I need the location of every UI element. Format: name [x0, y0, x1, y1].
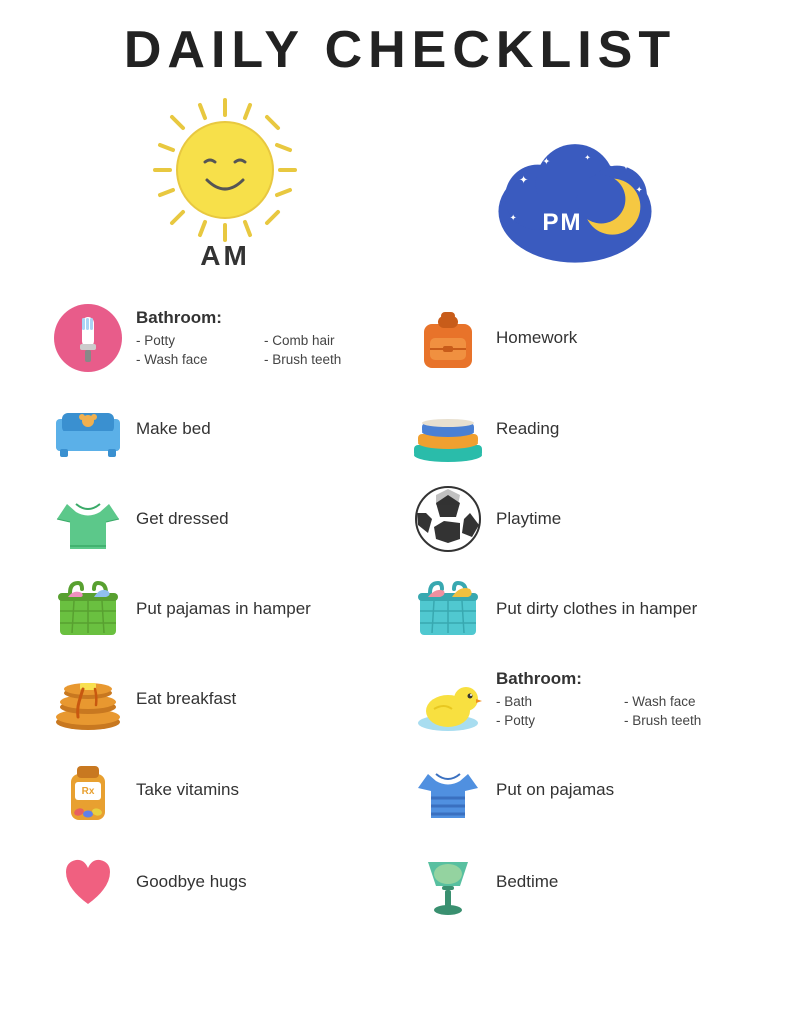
breakfast-icon-area — [48, 667, 128, 732]
pajamas-hamper-text: Put pajamas in hamper — [128, 597, 392, 621]
bathroom-pm-text: Bathroom: - Bath - Wash face - Potty - B… — [488, 667, 752, 731]
svg-text:✦: ✦ — [510, 213, 517, 223]
dirty-hamper-icon-area — [408, 575, 488, 643]
page: DAILY CHECKLIST — [0, 0, 800, 948]
heart-icon — [58, 852, 118, 912]
am-label: AM — [200, 240, 250, 272]
list-item: Put pajamas in hamper — [40, 564, 400, 654]
homework-text: Homework — [488, 326, 752, 350]
list-item: Make bed — [40, 384, 400, 474]
vitamins-icon: Rx — [57, 756, 119, 824]
page-title: DAILY CHECKLIST — [30, 20, 770, 80]
moon-icon: ✦ ✦ ✦ ✦ ✦ ✦ ✦ PM — [490, 132, 660, 272]
books-icon — [412, 397, 484, 462]
pajamas-hamper-icon-area — [48, 575, 128, 643]
homework-icon-area — [408, 302, 488, 374]
eat-breakfast-text: Eat breakfast — [128, 687, 392, 711]
soccer-icon — [414, 485, 482, 553]
pajamas-icon-area — [408, 754, 488, 826]
get-dressed-text: Get dressed — [128, 507, 392, 531]
vitamins-text: Take vitamins — [128, 778, 392, 802]
lamp-icon — [418, 846, 478, 918]
svg-text:Rx: Rx — [82, 786, 95, 797]
columns-header: AM ✦ ✦ ✦ ✦ ✦ ✦ ✦ PM — [30, 90, 770, 272]
bed-icon — [52, 399, 124, 459]
dirty-hamper-text: Put dirty clothes in hamper — [488, 597, 752, 621]
checklist-grid: Bathroom: - Potty - Comb hair - Wash fac… — [30, 292, 770, 928]
svg-text:✦: ✦ — [584, 153, 590, 162]
list-item: Bathroom: - Bath - Wash face - Potty - B… — [400, 654, 760, 744]
make-bed-text: Make bed — [128, 417, 392, 441]
reading-icon-area — [408, 397, 488, 462]
duck-icon — [414, 665, 482, 733]
goodbye-hugs-icon-area — [48, 852, 128, 912]
teal-hamper-icon — [414, 575, 482, 643]
am-header: AM — [125, 90, 325, 272]
svg-text:✦: ✦ — [542, 157, 550, 167]
list-item: Goodbye hugs — [40, 836, 400, 928]
list-item: Bedtime — [400, 836, 760, 928]
sun-icon — [145, 90, 305, 250]
goodbye-hugs-text: Goodbye hugs — [128, 870, 392, 894]
list-item: Get dressed — [40, 474, 400, 564]
pajamas-shirt-icon — [414, 754, 482, 826]
bedtime-icon-area — [408, 846, 488, 918]
list-item: Playtime — [400, 474, 760, 564]
bathroom-am-text: Bathroom: - Potty - Comb hair - Wash fac… — [128, 306, 392, 370]
list-item: Reading — [400, 384, 760, 474]
svg-text:✦: ✦ — [519, 174, 528, 186]
reading-text: Reading — [488, 417, 752, 441]
backpack-icon — [414, 302, 482, 374]
svg-text:PM: PM — [542, 209, 582, 236]
clothes-icon-area — [48, 484, 128, 554]
bathroom-pm-icon-area — [408, 665, 488, 733]
bathroom-am-icon-area — [48, 302, 128, 374]
pancakes-icon — [53, 667, 123, 732]
list-item: Eat breakfast — [40, 654, 400, 744]
list-item: Put on pajamas — [400, 744, 760, 836]
playtime-icon-area — [408, 485, 488, 553]
playtime-text: Playtime — [488, 507, 752, 531]
bedtime-text: Bedtime — [488, 870, 752, 894]
list-item: Put dirty clothes in hamper — [400, 564, 760, 654]
green-hamper-icon — [54, 575, 122, 643]
list-item: Rx Take vitamins — [40, 744, 400, 836]
bed-icon-area — [48, 399, 128, 459]
shirt-icon — [52, 484, 124, 554]
vitamins-icon-area: Rx — [48, 756, 128, 824]
list-item: Bathroom: - Potty - Comb hair - Wash fac… — [40, 292, 400, 384]
svg-text:✦: ✦ — [622, 161, 631, 172]
list-item: Homework — [400, 292, 760, 384]
pm-header: ✦ ✦ ✦ ✦ ✦ ✦ ✦ PM — [475, 132, 675, 272]
put-on-pajamas-text: Put on pajamas — [488, 778, 752, 802]
toothbrush-icon — [52, 302, 124, 374]
